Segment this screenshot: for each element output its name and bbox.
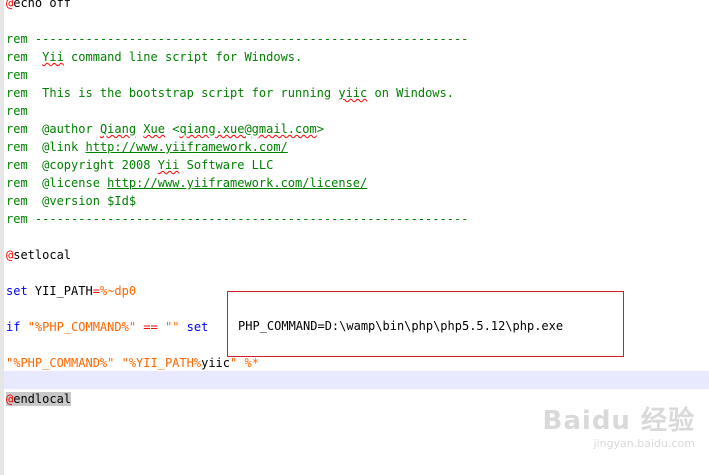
code-line-23: @endlocal: [6, 392, 72, 406]
code-line-12: rem @version $Id$: [6, 194, 137, 208]
code-line-4: rem Yii command line script for Windows.: [6, 50, 303, 64]
code-line-10: rem @copyright 2008 Yii Software LLC: [6, 158, 274, 172]
code-line-1: @echo off: [6, 0, 72, 10]
link-yiiframework-license[interactable]: http://www.yiiframework.com/license/: [107, 176, 367, 190]
code-line-9: rem @link http://www.yiiframework.com/: [6, 140, 288, 154]
editor-gutter: [0, 0, 4, 475]
php-command-value: PHP_COMMAND=D:\wamp\bin\php\php5.5.12\ph…: [238, 319, 564, 333]
code-line-11: rem @license http://www.yiiframework.com…: [6, 176, 368, 190]
code-line-6: rem This is the bootstrap script for run…: [6, 86, 454, 100]
code-line-19: if "%PHP_COMMAND%" == "" set: [6, 320, 209, 334]
code-line-5: rem: [6, 68, 28, 82]
code-line-21: "%PHP_COMMAND%" "%YII_PATH%yiic" %*: [6, 356, 259, 370]
code-line-8: rem @author Qiang Xue <qiang.xue@gmail.c…: [6, 122, 324, 136]
code-editor[interactable]: @echo off rem --------------------------…: [0, 0, 709, 475]
watermark-logo-text: Baidu 经验: [542, 406, 695, 436]
baidu-watermark: Baidu 经验 jingyan.baidu.com: [525, 405, 695, 465]
code-line-7: rem: [6, 104, 28, 118]
watermark-url: jingyan.baidu.com: [593, 437, 695, 450]
code-line-17: set YII_PATH=%~dp0: [6, 284, 137, 298]
current-line-highlight: [4, 371, 709, 389]
code-line-3: rem ------------------------------------…: [6, 32, 469, 46]
link-yiiframework[interactable]: http://www.yiiframework.com/: [85, 140, 287, 154]
code-line-15: @setlocal: [6, 248, 72, 262]
code-line-13: rem ------------------------------------…: [6, 212, 469, 226]
